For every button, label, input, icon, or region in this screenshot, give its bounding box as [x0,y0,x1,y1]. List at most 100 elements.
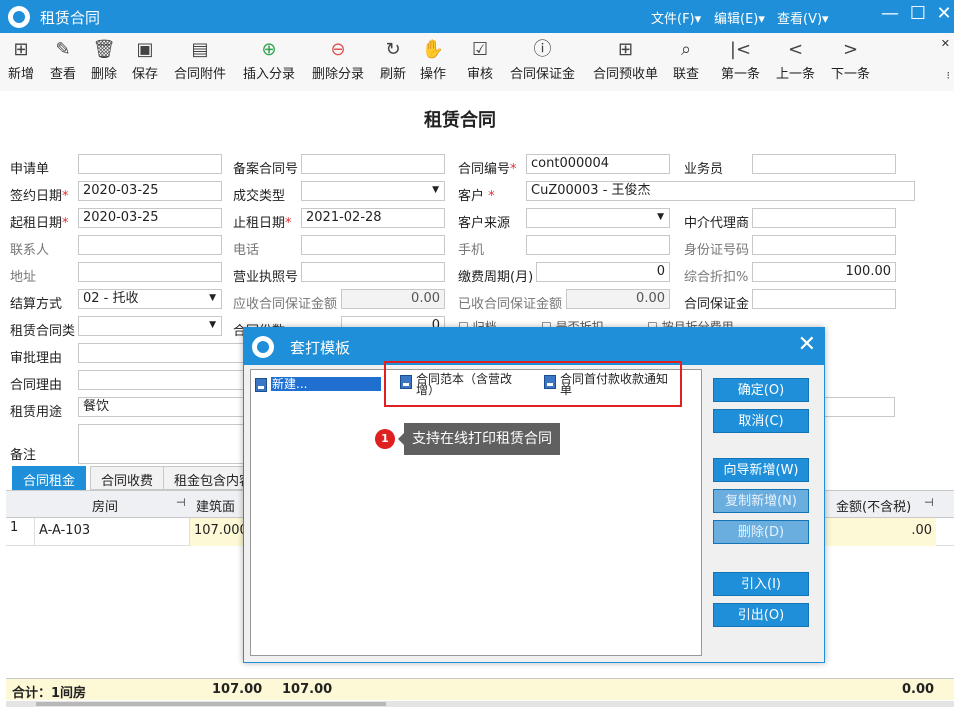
pin-icon[interactable]: ⊣ [924,496,934,509]
first-icon: |< [729,39,752,60]
end-date-input[interactable]: 2021-02-28 [301,208,445,228]
annotation-highlight-box [384,361,682,407]
discount-input[interactable]: 100.00 [752,262,896,282]
ok-button[interactable]: 确定(O) [713,378,809,402]
usage-input[interactable]: 餐饮 [78,397,248,417]
attachment-button[interactable]: ▤ 合同附件 [174,37,226,82]
add-icon: ⊞ [13,39,29,60]
insert-entry-button[interactable]: ⊕ 插入分录 [243,37,295,82]
plus-circle-icon: ⊕ [261,39,277,60]
pay-cycle-input[interactable]: 0 [536,262,670,282]
start-date-input[interactable]: 2020-03-25 [78,208,222,228]
pin-icon[interactable]: ⊣ [176,496,186,509]
agent-input[interactable] [752,208,896,228]
contract-type-select[interactable]: ▼ [78,316,222,336]
view-label: 查看 [50,67,77,82]
customer-source-select[interactable]: ▼ [526,208,670,228]
import-button[interactable]: 引入(I) [713,572,809,596]
filing-no-label: 备案合同号 [233,162,299,177]
contact-input[interactable] [78,235,222,255]
start-date-label: 起租日期* [10,216,69,231]
tab-contract-charges[interactable]: 合同收费 [90,466,165,490]
deal-type-label: 成交类型 [233,189,286,204]
deposit-button[interactable]: ⓘ 合同保证金 [510,37,575,82]
usage-input-extension[interactable] [820,397,895,417]
delete-template-button[interactable]: 删除(D) [713,520,809,544]
tab-contract-rent[interactable]: 合同租金 [12,466,87,490]
copy-new-button[interactable]: 复制新增(N) [713,489,809,513]
menu-file[interactable]: 文件(F)▾ [651,8,701,27]
deposit-due-input: 0.00 [341,289,445,309]
toolbar-close-icon[interactable]: ✕ [941,37,950,50]
template-list[interactable]: 新建... 合同范本（含营改增） 合同首付款收款通知单 [250,369,702,656]
save-button[interactable]: ▣ 保存 [132,37,158,82]
address-label: 地址 [10,270,37,285]
dropdown-arrow-icon: ▼ [209,293,216,303]
mobile-input[interactable] [526,235,670,255]
toolbar-overflow-icon[interactable]: ⁝ [947,69,951,82]
related-query-label: 联查 [673,67,700,82]
amount-cell[interactable]: .00 [824,518,936,546]
wizard-new-button[interactable]: 向导新增(W) [713,458,809,482]
remark-label: 备注 [10,448,37,463]
approval-reason-input[interactable] [78,343,248,363]
deposit-input[interactable] [752,289,896,309]
deposit-due-label: 应收合同保证金额 [233,297,338,312]
room-cell[interactable]: A-A-103 [34,518,188,546]
horizontal-scrollbar[interactable] [6,701,954,707]
window-titlebar: 租赁合同 文件(F)▾ 编辑(E)▾ 查看(V)▾ — ☐ ✕ [0,0,954,33]
contract-no-label: 合同编号* [458,162,517,177]
audit-button[interactable]: ☑ 审核 [467,37,493,82]
export-button[interactable]: 引出(O) [713,603,809,627]
view-button[interactable]: ✎ 查看 [50,37,76,82]
settlement-select[interactable]: 02 - 托收 ▼ [78,289,222,309]
add-button[interactable]: ⊞ 新增 [8,37,34,82]
refresh-button[interactable]: ↻ 刷新 [380,37,406,82]
col-amount-header[interactable]: 金额(不含税) [836,496,911,515]
remark-textarea[interactable] [78,424,248,464]
add-label: 新增 [8,67,35,82]
application-input[interactable] [78,154,222,174]
next-record-button[interactable]: > 下一条 [831,37,870,82]
approval-reason-label: 审批理由 [10,351,63,366]
dialog-close-button[interactable]: ✕ [798,332,816,357]
contract-no-input[interactable]: cont000004 [526,154,670,174]
minimize-button[interactable]: — [878,3,902,24]
id-no-input[interactable] [752,235,896,255]
col-area-header[interactable]: 建筑面 [196,496,235,515]
related-query-button[interactable]: ⌕ 联查 [673,37,699,82]
cancel-button[interactable]: 取消(C) [713,409,809,433]
license-label: 营业执照号 [233,270,299,285]
deposit-label: 合同保证金 [510,67,576,82]
window-title: 租赁合同 [40,9,101,27]
maximize-button[interactable]: ☐ [906,3,930,24]
window-close-button[interactable]: ✕ [932,3,954,24]
chevron-right-icon: > [842,39,859,60]
first-record-button[interactable]: |< 第一条 [721,37,760,82]
col-room-header[interactable]: 房间 [92,496,118,515]
operate-button[interactable]: ✋ 操作 [420,37,446,82]
advance-receipt-button[interactable]: ⊞ 合同预收单 [593,37,658,82]
deal-type-select[interactable]: ▼ [301,181,445,201]
usage-label: 租赁用途 [10,405,63,420]
area-cell[interactable]: 107.000 [189,518,249,546]
contract-reason-input[interactable] [78,370,248,390]
salesman-label: 业务员 [684,162,724,177]
form-title: 租赁合同 [424,110,496,131]
sign-date-input[interactable]: 2020-03-25 [78,181,222,201]
license-input[interactable] [301,262,445,282]
prev-record-button[interactable]: < 上一条 [776,37,815,82]
hand-icon: ✋ [421,39,445,60]
address-input[interactable] [78,262,222,282]
contract-type-label: 租赁合同类 [10,324,76,339]
delete-entry-button[interactable]: ⊖ 删除分录 [312,37,364,82]
dropdown-arrow-icon: ▼ [209,320,216,330]
salesman-input[interactable] [752,154,896,174]
filing-no-input[interactable] [301,154,445,174]
delete-button[interactable]: 🗑 删除 [91,37,117,82]
menu-view[interactable]: 查看(V)▾ [777,8,829,27]
scrollbar-thumb[interactable] [36,702,386,706]
customer-input[interactable]: CuZ00003 - 王俊杰 [526,181,915,201]
phone-input[interactable] [301,235,445,255]
menu-edit[interactable]: 编辑(E)▾ [714,8,765,27]
